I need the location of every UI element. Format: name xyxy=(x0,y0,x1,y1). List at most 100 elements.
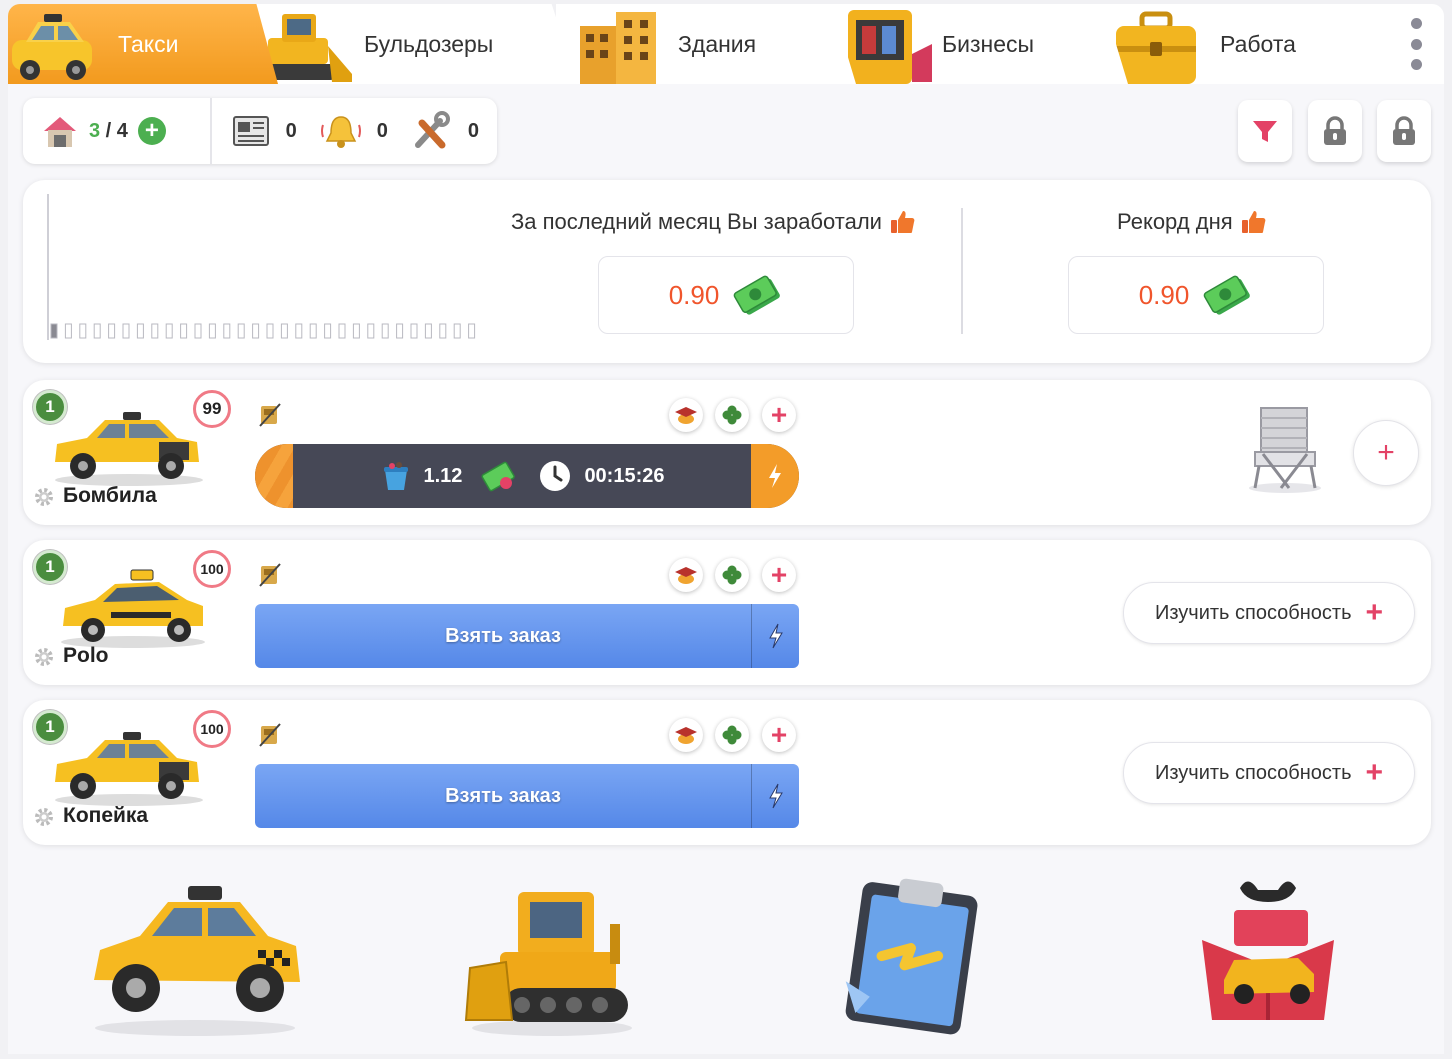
tab-buildings[interactable]: Здания xyxy=(556,4,856,84)
settings-gear-icon[interactable] xyxy=(33,806,55,828)
graduation-cap-icon xyxy=(675,727,697,744)
earnings-card: За последний месяц Вы заработали 0.90 Ре… xyxy=(23,180,1431,363)
tab-work-label: Работа xyxy=(1220,30,1296,57)
cash-icon xyxy=(1203,275,1251,315)
take-order-label: Взять заказ xyxy=(445,784,561,807)
day-bar xyxy=(410,323,418,339)
day-bar xyxy=(122,323,130,339)
stats-bar: 3 / 4 + 0 0 0 xyxy=(23,98,497,164)
vehicle-level-badge: 1 xyxy=(33,550,67,584)
no-fuel-icon[interactable] xyxy=(257,402,283,428)
taxi-car-image xyxy=(55,412,203,486)
lightning-icon xyxy=(768,783,783,809)
vehicle-name: Polo xyxy=(63,644,109,667)
gift-car-icon[interactable] xyxy=(1188,870,1348,1040)
day-bar xyxy=(194,323,202,339)
garage-icon xyxy=(44,117,76,147)
plus-icon: + xyxy=(1365,756,1384,789)
trip-timer: 00:15:26 xyxy=(584,464,665,487)
newspaper-icon[interactable] xyxy=(230,113,272,149)
day-bar xyxy=(237,323,245,339)
vehicle-condition-badge: 100 xyxy=(193,550,231,588)
tab-taxi-label: Такси xyxy=(118,30,179,57)
lock-icon xyxy=(1324,116,1346,145)
repair-count: 0 xyxy=(467,119,479,142)
add-boost-button[interactable]: + xyxy=(762,718,796,752)
no-fuel-icon[interactable] xyxy=(257,562,283,588)
vehicle-condition-badge: 100 xyxy=(193,710,231,748)
vehicle-card-bombila: 1 99 Бомбила + 1.12 00:15:26 + xyxy=(23,380,1431,525)
no-fuel-icon[interactable] xyxy=(257,722,283,748)
tab-bulldozers[interactable]: Бульдозеры xyxy=(248,4,578,84)
instant-order-button[interactable] xyxy=(751,604,799,668)
day-bar xyxy=(381,323,389,339)
tab-buildings-label: Здания xyxy=(678,30,757,57)
plus-icon: + xyxy=(1365,596,1384,629)
bell-icon[interactable] xyxy=(319,111,363,151)
luck-boost-button[interactable] xyxy=(715,718,749,752)
record-value: 0.90 xyxy=(1138,279,1190,310)
tab-businesses-label: Бизнесы xyxy=(942,30,1035,57)
day-bar xyxy=(324,323,332,339)
education-boost-button[interactable] xyxy=(669,558,703,592)
main-panel: 3 / 4 + 0 0 0 За последний месяц Вы зара… xyxy=(8,84,1444,1054)
settings-gear-icon[interactable] xyxy=(33,486,55,508)
learn-skill-label: Изучить способность xyxy=(1154,601,1352,624)
take-order-label: Взять заказ xyxy=(445,624,561,647)
filter-button[interactable] xyxy=(1238,100,1292,162)
locked-button-2[interactable] xyxy=(1377,100,1431,162)
day-bar xyxy=(136,323,144,339)
settings-gear-icon[interactable] xyxy=(33,646,55,668)
taxi-car-image xyxy=(55,732,203,806)
luck-boost-button[interactable] xyxy=(715,558,749,592)
day-bar xyxy=(468,323,476,339)
month-earnings-title: За последний месяц Вы заработали xyxy=(511,208,916,236)
lock-icon xyxy=(1393,116,1415,145)
taxi-tab-icon xyxy=(12,14,92,80)
trip-progress-fill xyxy=(255,444,293,508)
learn-skill-button[interactable]: Изучить способность + xyxy=(1123,742,1415,804)
trip-info: 1.12 00:15:26 xyxy=(293,444,751,508)
locked-button-1[interactable] xyxy=(1308,100,1362,162)
bulldozer-icon[interactable] xyxy=(460,870,640,1040)
speed-up-button[interactable] xyxy=(751,444,799,508)
education-boost-button[interactable] xyxy=(669,398,703,432)
learn-skill-button[interactable]: Изучить способность + xyxy=(1123,582,1415,644)
education-boost-button[interactable] xyxy=(669,718,703,752)
lightning-icon xyxy=(768,623,783,649)
graduation-cap-icon xyxy=(675,567,697,584)
taxi-icon[interactable] xyxy=(80,870,310,1040)
tab-taxi[interactable]: Такси xyxy=(8,4,278,84)
day-bar xyxy=(439,323,447,339)
day-bar xyxy=(309,323,317,339)
vehicle-level-badge: 1 xyxy=(33,390,67,424)
luck-boost-button[interactable] xyxy=(715,398,749,432)
day-bar xyxy=(266,323,274,339)
day-bar xyxy=(352,323,360,339)
daily-earnings-bars xyxy=(50,323,476,339)
day-bar xyxy=(280,323,288,339)
day-bar xyxy=(64,323,72,339)
more-menu-icon[interactable] xyxy=(1408,18,1424,70)
instant-order-button[interactable] xyxy=(751,764,799,828)
take-order-button[interactable]: Взять заказ xyxy=(255,764,799,828)
tab-businesses[interactable]: Бизнесы xyxy=(828,4,1128,84)
add-boost-button[interactable]: + xyxy=(762,558,796,592)
take-order-button[interactable]: Взять заказ xyxy=(255,604,799,668)
earnings-separator xyxy=(961,208,963,334)
cargo-bucket-icon xyxy=(383,462,408,490)
day-bar xyxy=(208,323,216,339)
day-bar xyxy=(223,323,231,339)
day-bar xyxy=(108,323,116,339)
cargo-value: 1.12 xyxy=(423,464,463,487)
clipboard-icon[interactable] xyxy=(830,870,990,1040)
add-boost-button[interactable]: + xyxy=(762,398,796,432)
tab-work[interactable]: Работа xyxy=(1096,4,1386,84)
day-bar xyxy=(252,323,260,339)
repair-icon[interactable] xyxy=(410,111,454,151)
daily-earnings-chart xyxy=(47,194,487,340)
bell-count: 0 xyxy=(376,119,388,142)
add-garage-button[interactable]: + xyxy=(137,117,166,145)
add-ability-button[interactable]: + xyxy=(1353,420,1419,486)
day-bar xyxy=(367,323,375,339)
